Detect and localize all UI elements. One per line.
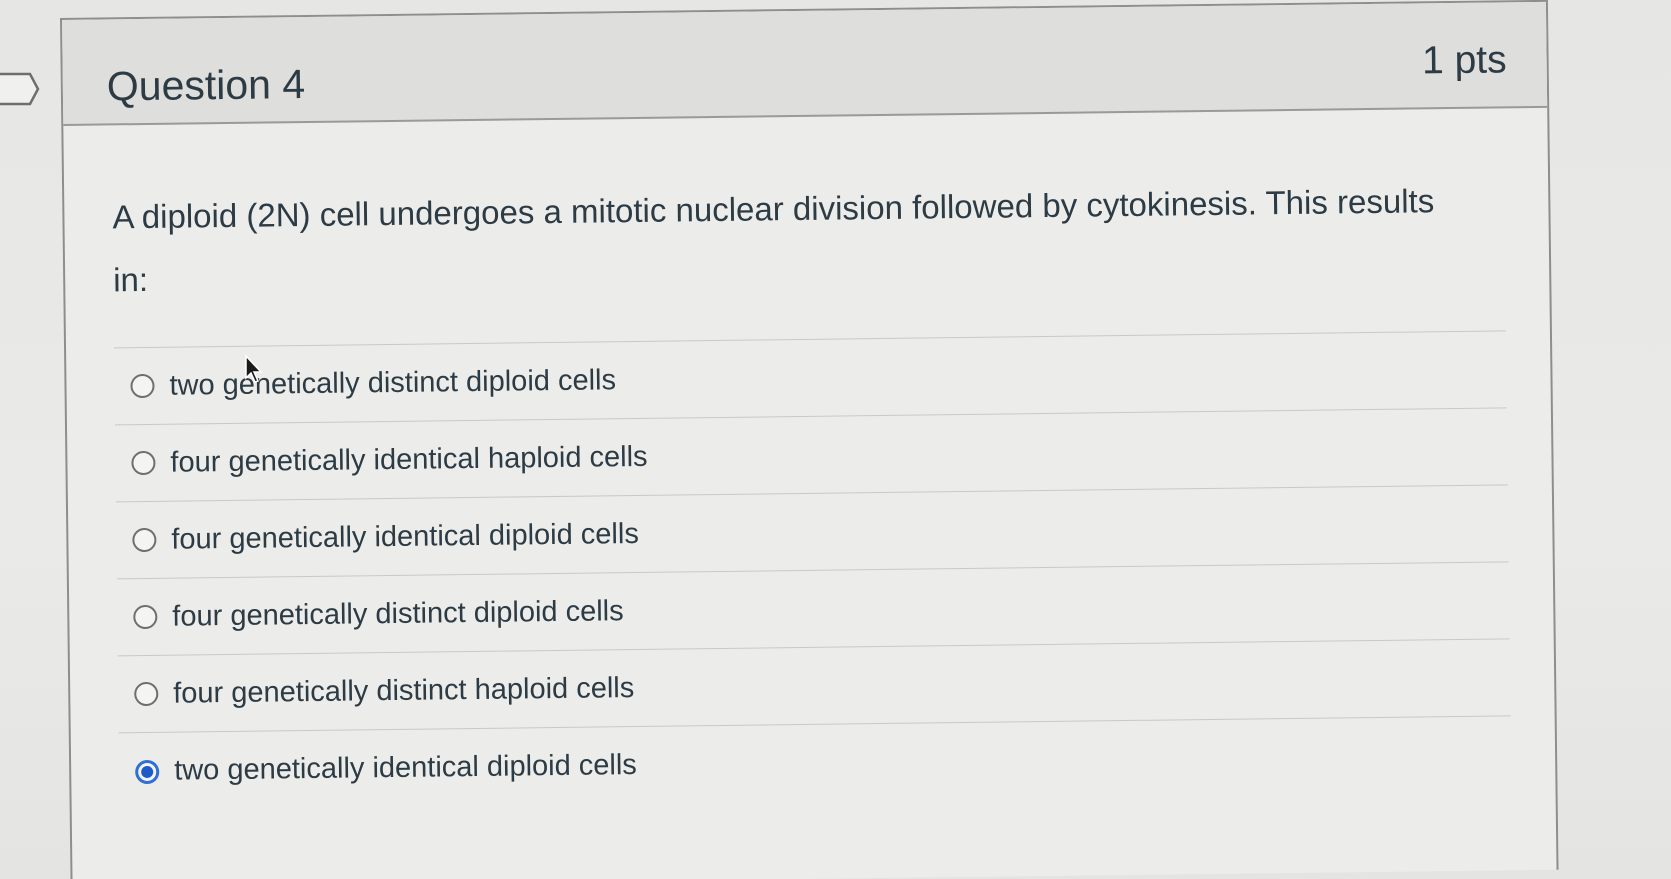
mouse-pointer-icon [245,354,263,383]
radio-button[interactable] [133,604,158,630]
question-title: Question 4 [106,61,306,110]
answer-list: two genetically distinct diploid cells f… [114,331,1512,810]
bookmark-flag-icon[interactable] [0,70,42,108]
radio-button[interactable] [134,681,159,707]
question-body: A diploid (2N) cell undergoes a mitotic … [63,108,1555,811]
radio-button[interactable] [130,373,155,399]
answer-label[interactable]: four genetically identical diploid cells [171,517,639,556]
answer-label[interactable]: four genetically identical haploid cells [170,440,648,479]
answer-label[interactable]: four genetically distinct haploid cells [173,672,634,711]
answer-option-selected[interactable]: two genetically identical diploid cells [119,716,1512,810]
answer-label[interactable]: two genetically identical diploid cells [174,749,637,788]
question-text: A diploid (2N) cell undergoes a mitotic … [112,182,1435,299]
question-points: 1 pts [1421,38,1507,83]
radio-button-selected[interactable] [135,759,160,784]
radio-button[interactable] [132,527,157,553]
question-header: Question 4 1 pts [62,1,1548,126]
quiz-page: Question 4 1 pts A diploid (2N) cell und… [0,0,1671,879]
answer-label[interactable]: four genetically distinct diploid cells [172,595,624,634]
question-card: Question 4 1 pts A diploid (2N) cell und… [60,0,1559,879]
radio-button[interactable] [131,450,156,476]
answer-label[interactable]: two genetically distinct diploid cells [169,364,616,402]
